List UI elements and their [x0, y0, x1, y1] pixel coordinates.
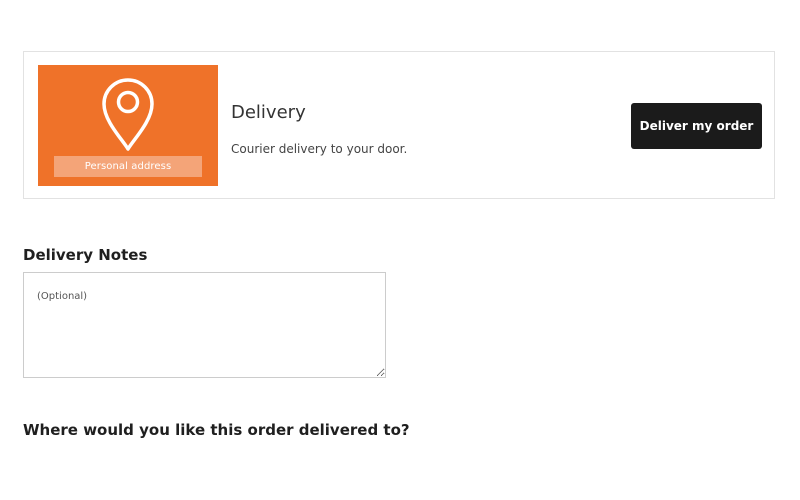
- delivery-option-card: Personal address Delivery Courier delive…: [23, 51, 775, 199]
- delivery-notes-textarea[interactable]: [23, 272, 386, 378]
- map-pin-icon: [102, 78, 154, 151]
- image-caption: Personal address: [54, 156, 202, 177]
- delivery-option-image: Personal address: [38, 65, 218, 186]
- checkout-page: Personal address Delivery Courier delive…: [0, 0, 800, 500]
- delivery-notes-heading: Delivery Notes: [23, 246, 148, 264]
- delivery-option-description: Courier delivery to your door.: [231, 142, 408, 156]
- delivery-option-title: Delivery: [231, 102, 306, 123]
- delivery-address-question: Where would you like this order delivere…: [23, 421, 410, 439]
- deliver-my-order-button[interactable]: Deliver my order: [631, 103, 762, 149]
